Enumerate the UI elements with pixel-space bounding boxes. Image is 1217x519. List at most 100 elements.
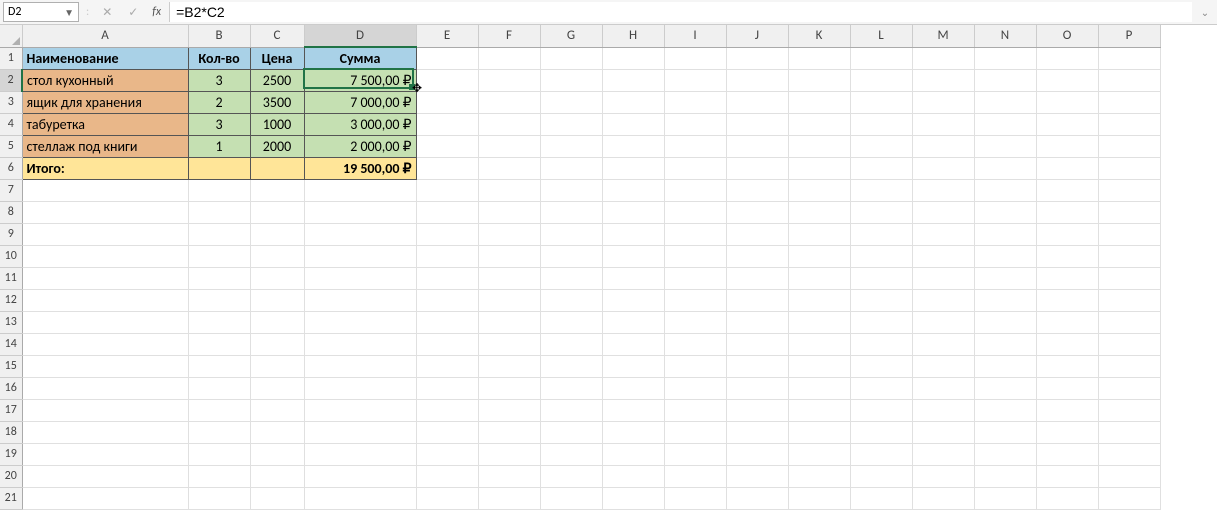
cell-H10[interactable]: [602, 245, 664, 267]
cell-A10[interactable]: [22, 245, 188, 267]
row-header-7[interactable]: 7: [0, 179, 22, 201]
cell-B13[interactable]: [188, 311, 250, 333]
cell-A18[interactable]: [22, 421, 188, 443]
cell-F8[interactable]: [478, 201, 540, 223]
cell-N8[interactable]: [974, 201, 1036, 223]
cell-J3[interactable]: [726, 91, 788, 113]
cell-J13[interactable]: [726, 311, 788, 333]
cell-N3[interactable]: [974, 91, 1036, 113]
cell-P9[interactable]: [1098, 223, 1160, 245]
row-header-5[interactable]: 5: [0, 135, 22, 157]
cell-J17[interactable]: [726, 399, 788, 421]
cell-A15[interactable]: [22, 355, 188, 377]
cell-N21[interactable]: [974, 487, 1036, 509]
cell-B14[interactable]: [188, 333, 250, 355]
cell-D1[interactable]: Сумма: [304, 47, 416, 69]
cell-H7[interactable]: [602, 179, 664, 201]
cell-D4[interactable]: 3 000,00 ₽: [304, 113, 416, 135]
cell-C18[interactable]: [250, 421, 304, 443]
cell-C21[interactable]: [250, 487, 304, 509]
cell-F13[interactable]: [478, 311, 540, 333]
cell-P5[interactable]: [1098, 135, 1160, 157]
cell-F18[interactable]: [478, 421, 540, 443]
cancel-formula-button[interactable]: ✕: [96, 2, 118, 22]
cell-J15[interactable]: [726, 355, 788, 377]
cell-O11[interactable]: [1036, 267, 1098, 289]
cell-M4[interactable]: [912, 113, 974, 135]
cell-O19[interactable]: [1036, 443, 1098, 465]
cell-M9[interactable]: [912, 223, 974, 245]
cell-B18[interactable]: [188, 421, 250, 443]
cell-O4[interactable]: [1036, 113, 1098, 135]
row-header-11[interactable]: 11: [0, 267, 22, 289]
cell-M14[interactable]: [912, 333, 974, 355]
cell-F9[interactable]: [478, 223, 540, 245]
cell-G18[interactable]: [540, 421, 602, 443]
cell-G20[interactable]: [540, 465, 602, 487]
cell-C10[interactable]: [250, 245, 304, 267]
cell-D12[interactable]: [304, 289, 416, 311]
cell-N2[interactable]: [974, 69, 1036, 91]
cell-F1[interactable]: [478, 47, 540, 69]
cell-O6[interactable]: [1036, 157, 1098, 179]
cell-I13[interactable]: [664, 311, 726, 333]
cell-P13[interactable]: [1098, 311, 1160, 333]
formula-input[interactable]: [169, 2, 1192, 22]
cell-C1[interactable]: Цена: [250, 47, 304, 69]
cell-P10[interactable]: [1098, 245, 1160, 267]
cell-G1[interactable]: [540, 47, 602, 69]
cell-K5[interactable]: [788, 135, 850, 157]
cell-I3[interactable]: [664, 91, 726, 113]
cell-F17[interactable]: [478, 399, 540, 421]
cell-L16[interactable]: [850, 377, 912, 399]
cell-B5[interactable]: 1: [188, 135, 250, 157]
cell-A3[interactable]: ящик для хранения: [22, 91, 188, 113]
cell-B4[interactable]: 3: [188, 113, 250, 135]
cell-C6[interactable]: [250, 157, 304, 179]
cell-P17[interactable]: [1098, 399, 1160, 421]
cell-N18[interactable]: [974, 421, 1036, 443]
col-header-L[interactable]: L: [850, 25, 912, 47]
cell-H5[interactable]: [602, 135, 664, 157]
col-header-K[interactable]: K: [788, 25, 850, 47]
col-header-C[interactable]: C: [250, 25, 304, 47]
col-header-H[interactable]: H: [602, 25, 664, 47]
cell-H4[interactable]: [602, 113, 664, 135]
cell-K18[interactable]: [788, 421, 850, 443]
cell-D9[interactable]: [304, 223, 416, 245]
cell-L10[interactable]: [850, 245, 912, 267]
row-header-20[interactable]: 20: [0, 465, 22, 487]
cell-K4[interactable]: [788, 113, 850, 135]
cell-E3[interactable]: [416, 91, 478, 113]
cell-N5[interactable]: [974, 135, 1036, 157]
row-header-6[interactable]: 6: [0, 157, 22, 179]
cell-C17[interactable]: [250, 399, 304, 421]
cell-P20[interactable]: [1098, 465, 1160, 487]
cell-J12[interactable]: [726, 289, 788, 311]
cell-C5[interactable]: 2000: [250, 135, 304, 157]
cell-P14[interactable]: [1098, 333, 1160, 355]
cell-L15[interactable]: [850, 355, 912, 377]
cell-K16[interactable]: [788, 377, 850, 399]
cell-A8[interactable]: [22, 201, 188, 223]
cell-O13[interactable]: [1036, 311, 1098, 333]
cell-N17[interactable]: [974, 399, 1036, 421]
row-header-14[interactable]: 14: [0, 333, 22, 355]
cell-F2[interactable]: [478, 69, 540, 91]
cell-E14[interactable]: [416, 333, 478, 355]
cell-F21[interactable]: [478, 487, 540, 509]
cell-E10[interactable]: [416, 245, 478, 267]
cell-L9[interactable]: [850, 223, 912, 245]
cell-C2[interactable]: 2500: [250, 69, 304, 91]
cell-L14[interactable]: [850, 333, 912, 355]
cell-H12[interactable]: [602, 289, 664, 311]
cell-M2[interactable]: [912, 69, 974, 91]
cell-O16[interactable]: [1036, 377, 1098, 399]
cell-G8[interactable]: [540, 201, 602, 223]
cell-G13[interactable]: [540, 311, 602, 333]
cell-D13[interactable]: [304, 311, 416, 333]
cell-I5[interactable]: [664, 135, 726, 157]
cell-C4[interactable]: 1000: [250, 113, 304, 135]
cell-F20[interactable]: [478, 465, 540, 487]
cell-F7[interactable]: [478, 179, 540, 201]
